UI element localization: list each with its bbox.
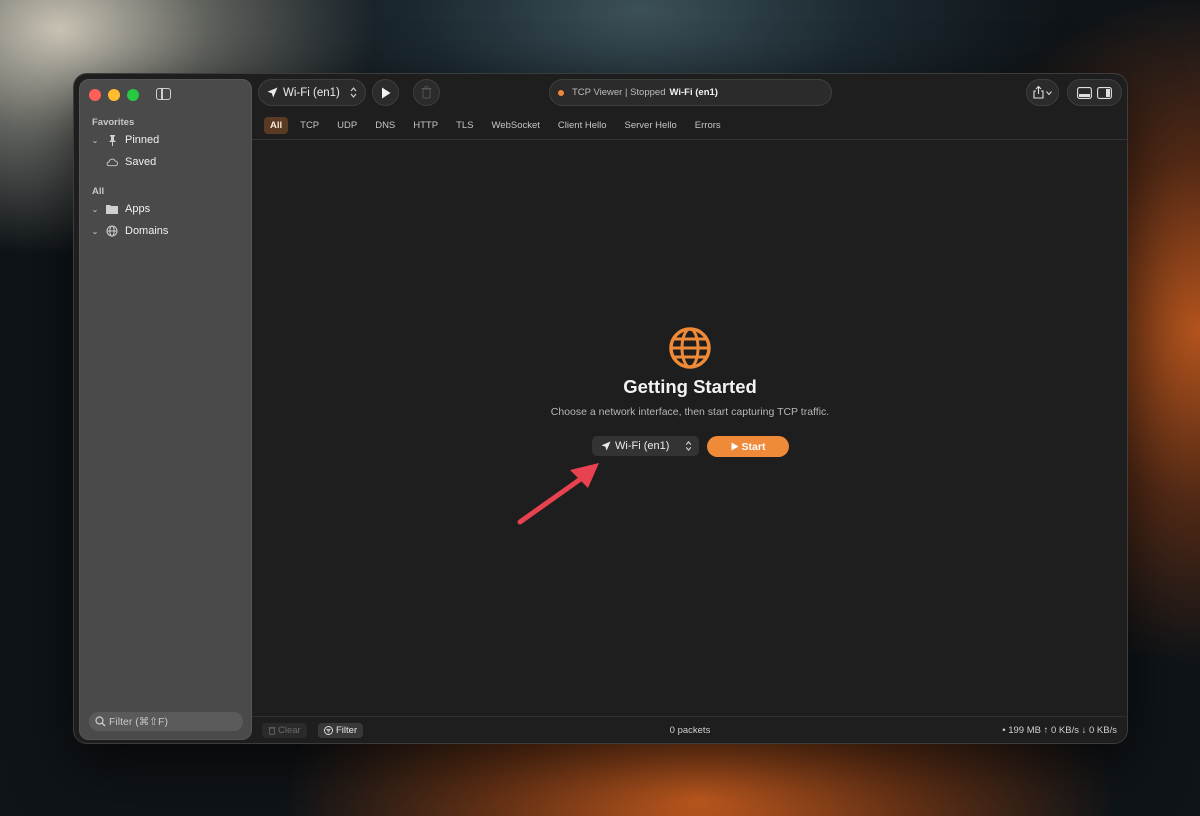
- close-window-button[interactable]: [89, 89, 101, 101]
- status-bar: Clear Filter 0 packets • 199 MB ↑ 0 KB/s…: [252, 716, 1127, 743]
- zoom-window-button[interactable]: [127, 89, 139, 101]
- app-window: Favorites ⌄ Pinned Saved All ⌄ Apps ⌄ Do…: [73, 73, 1128, 744]
- sidebar-item-apps[interactable]: ⌄ Apps: [90, 201, 150, 217]
- globe-icon: [668, 326, 712, 375]
- interface-label: Wi-Fi (en1): [615, 440, 670, 452]
- start-label: Start: [741, 440, 766, 453]
- share-button[interactable]: [1026, 79, 1059, 106]
- packet-count: 0 packets: [669, 725, 711, 736]
- all-heading: All: [92, 186, 105, 197]
- interface-selector[interactable]: Wi-Fi (en1): [258, 79, 366, 106]
- sidebar-item-label: Saved: [125, 156, 157, 168]
- sidebar-item-label: Domains: [125, 225, 169, 237]
- cloud-icon: [106, 156, 118, 168]
- tab-tcp[interactable]: TCP: [294, 117, 325, 134]
- filter-placeholder: Filter (⌘⇧F): [109, 715, 168, 728]
- search-icon: [95, 716, 106, 727]
- play-icon: [381, 87, 390, 98]
- traffic-stats: • 199 MB ↑ 0 KB/s ↓ 0 KB/s: [1002, 725, 1117, 736]
- tab-udp[interactable]: UDP: [331, 117, 363, 134]
- sidebar-item-domains[interactable]: ⌄ Domains: [90, 223, 169, 239]
- chevron-down-icon[interactable]: ⌄: [90, 136, 100, 145]
- sidebar-filter-input[interactable]: Filter (⌘⇧F): [89, 712, 243, 731]
- tab-websocket[interactable]: WebSocket: [486, 117, 546, 134]
- sidebar-item-saved[interactable]: Saved: [106, 154, 156, 170]
- tab-tls[interactable]: TLS: [450, 117, 479, 134]
- sidebar: Favorites ⌄ Pinned Saved All ⌄ Apps ⌄ Do…: [79, 79, 252, 740]
- chevron-down-icon[interactable]: ⌄: [90, 205, 100, 214]
- globe-icon: [106, 225, 118, 237]
- bottom-panel-icon[interactable]: [1076, 86, 1092, 99]
- location-arrow-icon: [267, 87, 278, 98]
- status-display: TCP Viewer | Stopped Wi-Fi (en1): [549, 79, 832, 106]
- play-icon: [731, 442, 739, 451]
- tab-all[interactable]: All: [264, 117, 289, 134]
- tab-dns[interactable]: DNS: [369, 117, 401, 134]
- status-app-text: TCP Viewer | Stopped: [572, 87, 666, 98]
- tab-errors[interactable]: Errors: [689, 117, 727, 134]
- sidebar-toggle-icon[interactable]: [156, 88, 171, 100]
- status-indicator: [558, 89, 564, 96]
- favorites-heading: Favorites: [92, 117, 135, 128]
- share-icon: [1033, 86, 1044, 99]
- trash-icon: [421, 86, 432, 99]
- layout-toggle-group: [1067, 79, 1122, 106]
- window-controls: [89, 89, 139, 101]
- minimize-window-button[interactable]: [108, 89, 120, 101]
- filter-tabs: All TCP UDP DNS HTTP TLS WebSocket Clien…: [264, 117, 733, 134]
- tab-client-hello[interactable]: Client Hello: [552, 117, 613, 134]
- empty-state-title: Getting Started: [623, 376, 757, 397]
- sidebar-item-pinned[interactable]: ⌄ Pinned: [90, 132, 159, 148]
- folder-icon: [106, 203, 118, 215]
- delete-button[interactable]: [413, 79, 440, 106]
- sidebar-item-label: Pinned: [125, 134, 160, 146]
- chevron-down-icon: [1046, 90, 1052, 95]
- tab-http[interactable]: HTTP: [407, 117, 444, 134]
- start-button[interactable]: Start: [707, 436, 789, 457]
- tab-server-hello[interactable]: Server Hello: [619, 117, 683, 134]
- main-content: Getting Started Choose a network interfa…: [252, 140, 1127, 716]
- status-interface-text: Wi-Fi (en1): [669, 87, 718, 98]
- start-capture-button[interactable]: [372, 79, 399, 106]
- empty-state-subtitle: Choose a network interface, then start c…: [550, 406, 830, 418]
- interface-label: Wi-Fi (en1): [283, 86, 340, 99]
- updown-chevron-icon: [350, 87, 357, 101]
- pin-icon: [106, 134, 118, 146]
- right-panel-icon[interactable]: [1097, 86, 1113, 99]
- empty-state-interface-selector[interactable]: Wi-Fi (en1): [592, 436, 699, 456]
- chevron-down-icon[interactable]: ⌄: [90, 227, 100, 236]
- updown-chevron-icon: [685, 441, 692, 454]
- sidebar-item-label: Apps: [125, 203, 151, 215]
- location-arrow-icon: [601, 441, 611, 451]
